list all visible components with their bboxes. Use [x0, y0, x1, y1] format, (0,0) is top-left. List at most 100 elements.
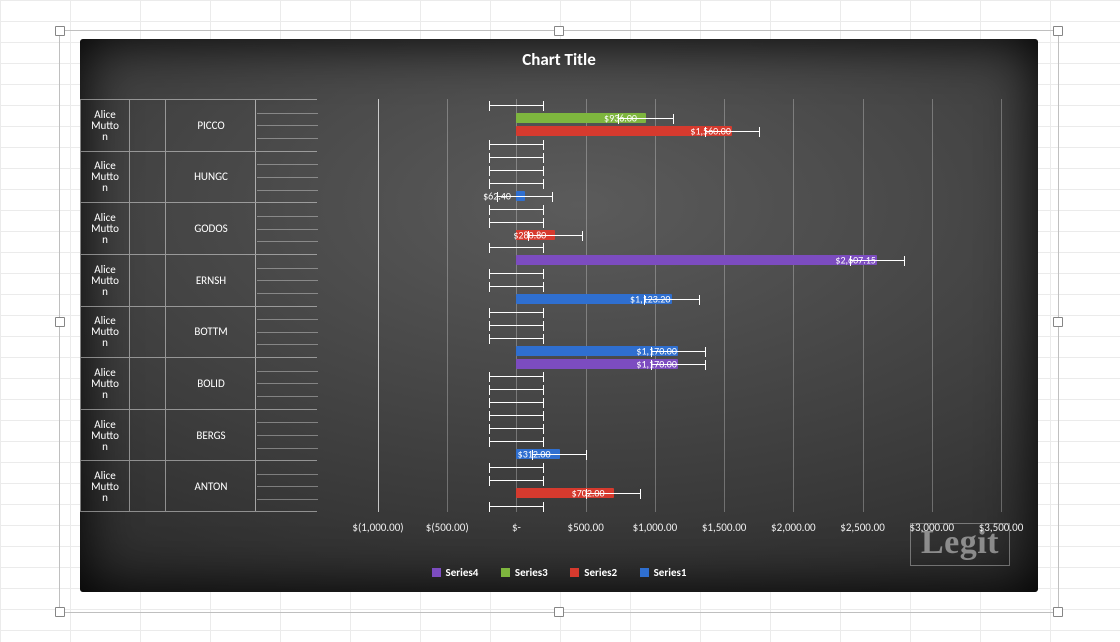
x-axis-labels: $(1,000.00) $(500.00) $- $500.00 $1,000.00 $1… — [317, 521, 1001, 537]
category-zero-sep — [255, 203, 256, 254]
category-group: AliceMuttonHUNGC — [80, 151, 317, 203]
category-group: AliceMutton BOLID — [80, 357, 317, 409]
x-axis-tick-label: $2,500.00 — [840, 521, 885, 534]
chart-legend[interactable]: Series4 Series3 Series2 Series1 — [80, 566, 1038, 580]
category-zero-sep — [255, 307, 256, 358]
category-level3: BOLID — [165, 358, 256, 409]
error-bar — [489, 389, 544, 390]
bar-series4[interactable] — [516, 255, 877, 265]
x-axis-tick-label: $- — [512, 521, 521, 534]
category-level1: AliceMutton — [81, 255, 129, 306]
chart-object[interactable]: Chart Title AliceMuttonPICCOAliceMuttonH… — [59, 30, 1059, 613]
data-label: $280.80 — [513, 228, 546, 241]
error-bar — [489, 441, 544, 442]
resize-handle-n[interactable] — [554, 26, 564, 36]
watermark-text: Legit — [910, 523, 1010, 566]
error-bar — [489, 222, 544, 223]
resize-handle-nw[interactable] — [55, 26, 65, 36]
resize-handle-ne[interactable] — [1053, 26, 1063, 36]
data-label: $312.00 — [518, 447, 551, 460]
legend-label: Series2 — [584, 566, 617, 579]
error-bar — [489, 170, 544, 171]
data-label: $1,170.00 — [636, 344, 677, 357]
x-axis-tick-label: $(1,000.00) — [352, 521, 403, 534]
category-group: AliceMuttonANTON — [80, 460, 317, 512]
category-level3: PICCO — [165, 100, 256, 151]
category-group: AliceMutton PICCO — [80, 99, 317, 151]
error-bar — [489, 247, 544, 248]
legend-label: Series1 — [654, 566, 687, 579]
category-level2 — [129, 255, 166, 306]
category-level1: AliceMutton — [81, 461, 129, 511]
gridline — [1001, 99, 1002, 512]
error-bar — [489, 325, 544, 326]
error-bar — [489, 209, 544, 210]
category-level2 — [129, 152, 166, 203]
legend-item-series1[interactable]: Series1 — [640, 566, 687, 579]
category-level1: AliceMutton — [81, 100, 129, 151]
legend-item-series3[interactable]: Series3 — [501, 566, 548, 579]
category-level1: AliceMutton — [81, 307, 129, 358]
category-tick-region — [257, 100, 318, 151]
error-bar — [489, 183, 544, 184]
chart-title[interactable]: Chart Title — [80, 49, 1038, 70]
category-tick-region — [257, 255, 318, 306]
data-label: $1,170.00 — [636, 357, 677, 370]
chart-bars: $702.00$312.00$1,170.00$1,170.00$1,123.2… — [378, 99, 1001, 512]
category-zero-sep — [255, 255, 256, 306]
category-tick-region — [257, 410, 318, 461]
error-bar — [489, 338, 544, 339]
category-zero-sep — [255, 410, 256, 461]
error-bar — [489, 105, 544, 106]
category-level3: GODOS — [165, 203, 256, 254]
error-bar — [489, 157, 544, 158]
x-axis-tick-label: $1,000.00 — [633, 521, 678, 534]
data-label: $702.00 — [572, 486, 605, 499]
data-label: $936.00 — [604, 112, 637, 125]
category-zero-sep — [255, 461, 256, 511]
category-level2 — [129, 358, 166, 409]
error-bar — [489, 506, 544, 507]
category-level3: BOTTM — [165, 307, 256, 358]
resize-handle-s[interactable] — [554, 607, 564, 617]
error-bar — [489, 480, 544, 481]
category-tick-region — [257, 358, 318, 409]
category-level1: AliceMutton — [81, 358, 129, 409]
x-axis-tick-label: $2,000.00 — [771, 521, 816, 534]
y-axis-categories: AliceMuttonPICCOAliceMuttonHUNGCAliceMut… — [80, 99, 317, 512]
error-bar — [489, 273, 544, 274]
x-axis-tick-label: $(500.00) — [426, 521, 469, 534]
resize-handle-sw[interactable] — [55, 607, 65, 617]
category-level3: HUNGC — [165, 152, 256, 203]
legend-item-series4[interactable]: Series4 — [432, 566, 479, 579]
error-bar — [489, 376, 544, 377]
legend-item-series2[interactable]: Series2 — [570, 566, 617, 579]
error-bar — [489, 402, 544, 403]
error-bar — [489, 286, 544, 287]
resize-handle-se[interactable] — [1053, 607, 1063, 617]
category-level3: ERNSH — [165, 255, 256, 306]
x-axis-tick-label: $500.00 — [568, 521, 604, 534]
data-label: $62.40 — [483, 189, 511, 202]
legend-label: Series3 — [515, 566, 548, 579]
category-tick-region — [257, 461, 318, 511]
category-tick-region — [257, 203, 318, 254]
error-bar — [489, 312, 544, 313]
category-level1: AliceMutton — [81, 410, 129, 461]
category-tick-region — [257, 307, 318, 358]
data-label: $1,560.00 — [690, 125, 731, 138]
resize-handle-w[interactable] — [55, 317, 65, 327]
category-zero-sep — [255, 100, 256, 151]
category-group: AliceMutton GODOS — [80, 202, 317, 254]
category-level1: AliceMutton — [81, 203, 129, 254]
category-group: AliceMuttonBERGS — [80, 409, 317, 461]
category-level2 — [129, 100, 166, 151]
chart-plot-area[interactable]: Chart Title AliceMuttonPICCOAliceMuttonH… — [80, 39, 1038, 592]
x-axis-tick-label: $1,500.00 — [702, 521, 747, 534]
legend-label: Series4 — [446, 566, 479, 579]
error-bar — [489, 467, 544, 468]
data-label: $2,607.15 — [835, 254, 876, 267]
resize-handle-e[interactable] — [1053, 317, 1063, 327]
category-tick-region — [257, 152, 318, 203]
error-bar — [489, 144, 544, 145]
